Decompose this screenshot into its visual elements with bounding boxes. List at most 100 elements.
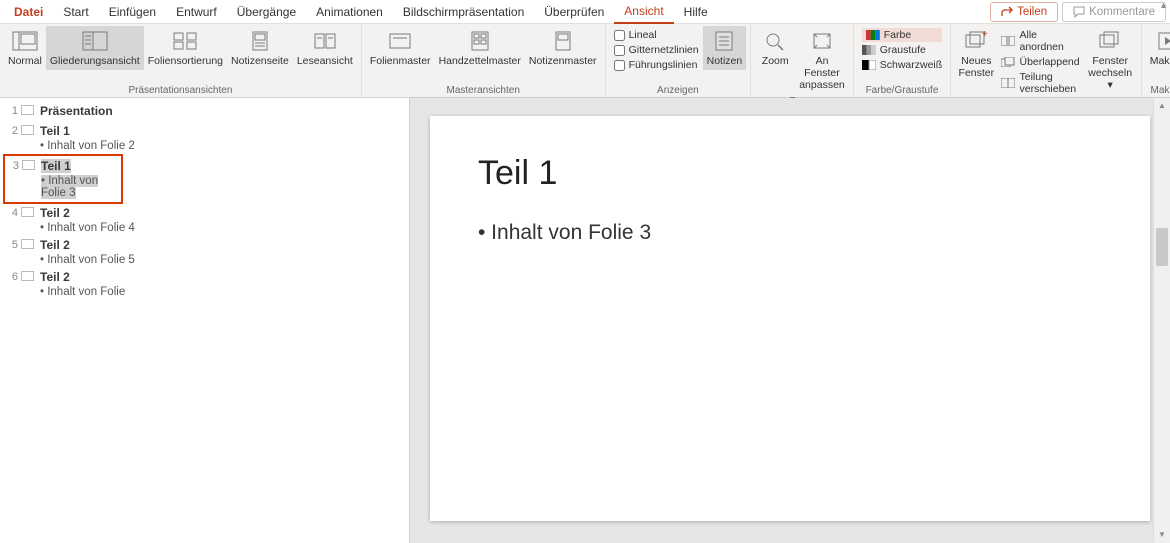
fit-window-button[interactable]: An Fenster anpassen	[795, 26, 849, 94]
new-window-button[interactable]: + Neues Fenster	[955, 26, 997, 82]
grayscale-label: Graustufe	[880, 44, 926, 56]
gridlines-checkbox[interactable]: Gitternetzlinien	[614, 43, 699, 57]
outline-title[interactable]: Teil 2	[40, 270, 70, 284]
slide-thumb-icon	[21, 207, 34, 217]
notes-page-button[interactable]: Notizenseite	[227, 26, 293, 70]
blackwhite-icon	[862, 59, 876, 71]
outline-pane[interactable]: 1 Präsentation 2 Teil 1 • Inhalt von Fol…	[0, 98, 410, 543]
outline-view-button[interactable]: Gliederungsansicht	[46, 26, 144, 70]
vertical-scrollbar[interactable]: ▲ ▼	[1153, 98, 1170, 543]
tab-datei[interactable]: Datei	[4, 1, 53, 23]
slide-editor-area[interactable]: Teil 1 • Inhalt von Folie 3 ▲ ▼	[410, 98, 1170, 543]
guides-checkbox[interactable]: Führungslinien	[614, 58, 699, 72]
outline-slide-3-selected[interactable]: 3 Teil 1 • Inhalt von Folie 3	[3, 154, 123, 204]
color-button[interactable]: Farbe	[862, 28, 942, 42]
outline-title[interactable]: Teil 1	[41, 159, 71, 173]
slide-thumb-icon	[22, 160, 35, 170]
notes-page-label: Notizenseite	[231, 55, 289, 67]
outline-title[interactable]: Präsentation	[40, 104, 113, 118]
outline-title[interactable]: Teil 2	[40, 238, 70, 252]
slide-thumb-icon	[21, 271, 34, 281]
ruler-label: Lineal	[629, 29, 657, 41]
comments-button[interactable]: Kommentare	[1062, 2, 1166, 22]
group-label-master-views: Masteransichten	[366, 83, 601, 97]
share-label: Teilen	[1017, 6, 1047, 18]
notes-master-button[interactable]: Notizenmaster	[525, 26, 601, 70]
notes-master-label: Notizenmaster	[529, 55, 597, 67]
slide-sorter-button[interactable]: Foliensortierung	[144, 26, 227, 70]
new-window-label: Neues Fenster	[959, 55, 995, 79]
notes-button[interactable]: Notizen	[703, 26, 747, 70]
notes-master-icon	[549, 29, 577, 53]
reading-view-label: Leseansicht	[297, 55, 353, 67]
reading-view-button[interactable]: Leseansicht	[293, 26, 357, 70]
outline-slide-6[interactable]: 6 Teil 2 • Inhalt von Folie	[6, 268, 403, 298]
outline-body[interactable]: • Inhalt von Folie 5	[6, 254, 403, 266]
normal-view-label: Normal	[8, 55, 42, 67]
switch-window-button[interactable]: Fenster wechseln ▾	[1084, 26, 1137, 94]
slide-thumb-icon	[21, 125, 34, 135]
ruler-checkbox[interactable]: Lineal	[614, 28, 699, 42]
color-icon	[866, 29, 880, 41]
blackwhite-label: Schwarzweiß	[880, 59, 942, 71]
tab-bildschirmpraesentation[interactable]: Bildschirmpräsentation	[393, 1, 534, 23]
outline-body[interactable]: • Inhalt von Folie 4	[6, 222, 403, 234]
handout-master-label: Handzettelmaster	[439, 55, 521, 67]
outline-num: 1	[6, 104, 18, 117]
reading-view-icon	[311, 29, 339, 53]
group-master-views: Folienmaster Handzettelmaster Notizenmas…	[362, 24, 606, 97]
comments-label: Kommentare	[1089, 6, 1155, 18]
outline-slide-1[interactable]: 1 Präsentation	[6, 102, 403, 120]
handout-master-icon	[466, 29, 494, 53]
outline-body[interactable]: • Inhalt von Folie 3	[7, 175, 119, 199]
tab-start[interactable]: Start	[53, 1, 98, 23]
share-button[interactable]: Teilen	[990, 2, 1058, 22]
normal-view-button[interactable]: Normal	[4, 26, 46, 70]
grayscale-icon	[862, 44, 876, 56]
tab-ansicht[interactable]: Ansicht	[614, 0, 673, 24]
outline-num: 6	[6, 270, 18, 283]
tab-uebergaenge[interactable]: Übergänge	[227, 1, 306, 23]
group-label-macros: Makros	[1146, 83, 1170, 97]
arrange-all-icon	[1001, 35, 1015, 47]
slide-title[interactable]: Teil 1	[478, 154, 1102, 193]
outline-slide-5[interactable]: 5 Teil 2 • Inhalt von Folie 5	[6, 236, 403, 266]
cascade-button[interactable]: Überlappend	[1001, 55, 1079, 69]
tab-entwurf[interactable]: Entwurf	[166, 1, 227, 23]
zoom-button[interactable]: Zoom	[755, 26, 795, 70]
outline-title[interactable]: Teil 2	[40, 206, 70, 220]
scroll-thumb[interactable]	[1156, 228, 1168, 266]
comment-icon	[1073, 6, 1085, 18]
arrange-all-button[interactable]: Alle anordnen	[1001, 28, 1079, 54]
tab-hilfe[interactable]: Hilfe	[674, 1, 718, 23]
outline-slide-4[interactable]: 4 Teil 2 • Inhalt von Folie 4	[6, 204, 403, 234]
slide-canvas[interactable]: Teil 1 • Inhalt von Folie 3	[430, 116, 1150, 521]
tab-einfuegen[interactable]: Einfügen	[99, 1, 166, 23]
move-split-button[interactable]: Teilung verschieben	[1001, 70, 1079, 96]
outline-body[interactable]: • Inhalt von Folie	[6, 286, 403, 298]
scroll-down-icon[interactable]: ▼	[1154, 527, 1170, 543]
group-label-pres-views: Präsentationsansichten	[4, 83, 357, 97]
slide-body[interactable]: • Inhalt von Folie 3	[478, 221, 1102, 245]
group-macros: Makros Makros	[1142, 24, 1170, 97]
collapse-ribbon-icon[interactable]: ▴	[1161, 0, 1166, 11]
ribbon: ▴ Normal Gliederungsansicht Foliensortie…	[0, 24, 1170, 98]
cascade-label: Überlappend	[1019, 56, 1079, 68]
share-icon	[1001, 6, 1013, 18]
notes-page-icon	[246, 29, 274, 53]
scroll-up-icon[interactable]: ▲	[1154, 98, 1170, 114]
tab-ueberpruefen[interactable]: Überprüfen	[534, 1, 614, 23]
handout-master-button[interactable]: Handzettelmaster	[435, 26, 525, 70]
grayscale-button[interactable]: Graustufe	[862, 43, 942, 57]
outline-num: 2	[6, 124, 18, 137]
outline-title[interactable]: Teil 1	[40, 124, 70, 138]
tab-animationen[interactable]: Animationen	[306, 1, 393, 23]
slide-thumb-icon	[21, 239, 34, 249]
outline-slide-2[interactable]: 2 Teil 1 • Inhalt von Folie 2	[6, 122, 403, 152]
blackwhite-button[interactable]: Schwarzweiß	[862, 58, 942, 72]
group-presentation-views: Normal Gliederungsansicht Foliensortieru…	[0, 24, 362, 97]
slide-master-button[interactable]: Folienmaster	[366, 26, 435, 70]
outline-body[interactable]: • Inhalt von Folie 2	[6, 140, 403, 152]
gridlines-label: Gitternetzlinien	[629, 44, 699, 56]
macros-button[interactable]: Makros	[1146, 26, 1170, 70]
